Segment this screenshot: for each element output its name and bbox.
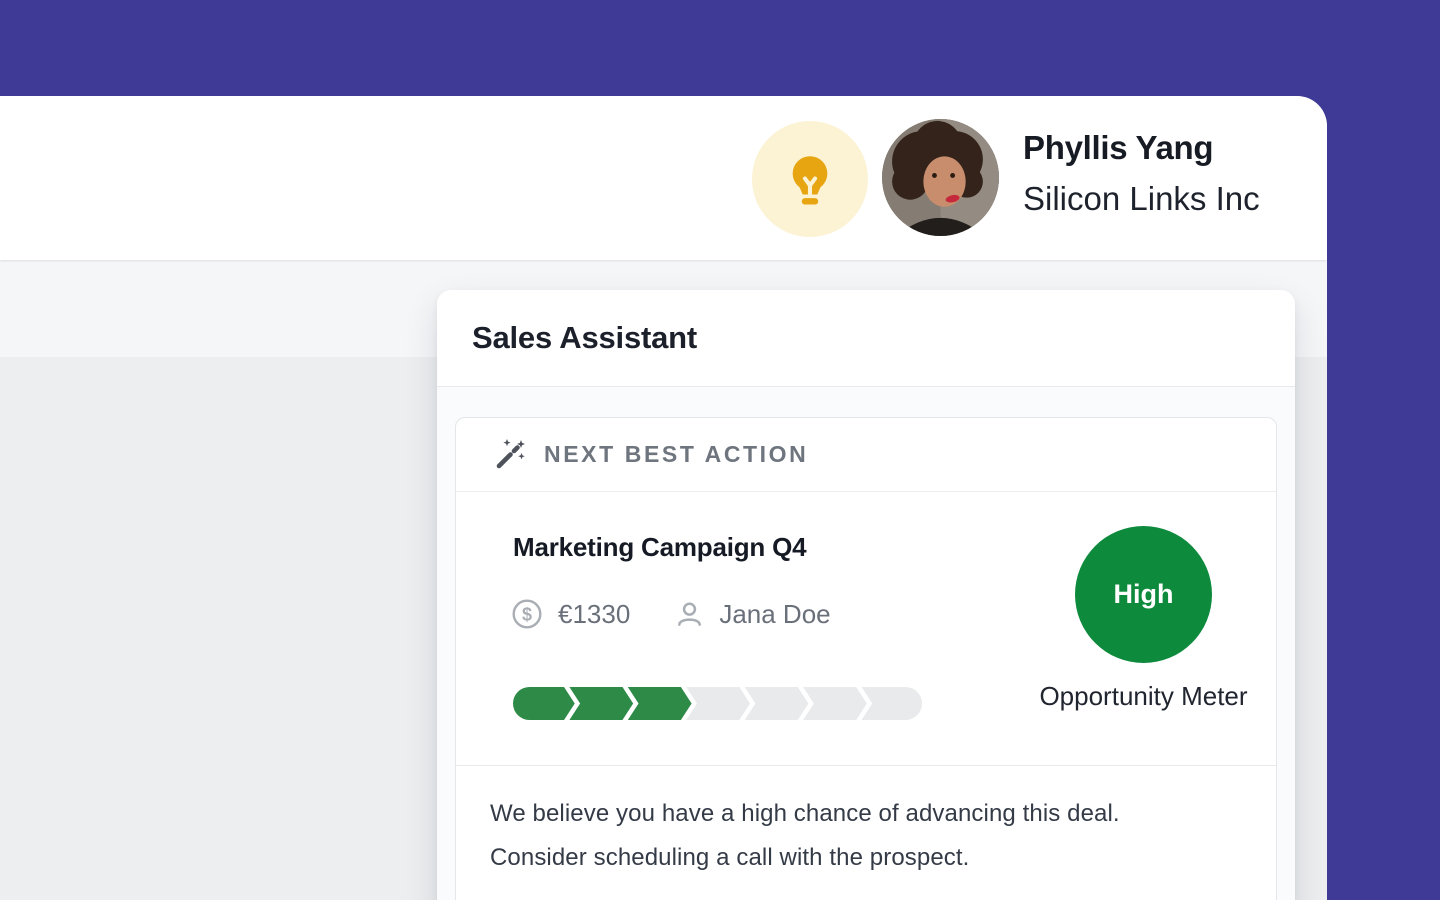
deal-section: Marketing Campaign Q4 $ €1330 xyxy=(456,492,1276,766)
svg-text:$: $ xyxy=(522,605,532,625)
opportunity-meter-label: Opportunity Meter xyxy=(1036,677,1251,715)
contact-name: Jana Doe xyxy=(719,599,830,630)
advice-text-line1: We believe you have a high chance of adv… xyxy=(490,792,1246,836)
currency-icon: $ xyxy=(511,598,543,630)
deal-value: €1330 xyxy=(558,599,630,630)
user-company: Silicon Links Inc xyxy=(1023,173,1260,225)
lightbulb-icon xyxy=(779,148,841,210)
next-best-action-card: NEXT BEST ACTION Marketing Campaign Q4 $… xyxy=(455,417,1277,900)
user-name: Phyllis Yang xyxy=(1023,123,1260,173)
deal-meta-row: $ €1330 Jana Doe xyxy=(511,598,831,630)
sales-card-header: Sales Assistant xyxy=(437,290,1295,387)
section-label: NEXT BEST ACTION xyxy=(544,441,808,468)
advice-text-line2: Consider scheduling a call with the pros… xyxy=(490,836,1246,880)
screen: { "theme": { "purple": "#3e3a96", "bulb_… xyxy=(0,0,1440,900)
app-window: Phyllis Yang Silicon Links Inc Sales Ass… xyxy=(0,96,1327,900)
app-header: Phyllis Yang Silicon Links Inc xyxy=(0,96,1327,260)
stage-meter xyxy=(513,687,922,720)
assistant-lightbulb-button[interactable] xyxy=(752,121,868,237)
user-avatar[interactable] xyxy=(882,119,999,236)
sales-assistant-card: Sales Assistant NEXT BEST ACTION Marketi… xyxy=(437,290,1295,900)
user-block: Phyllis Yang Silicon Links Inc xyxy=(1023,123,1260,225)
advice-section: We believe you have a high chance of adv… xyxy=(456,766,1276,880)
contact-icon xyxy=(674,599,705,630)
magic-wand-icon xyxy=(491,437,527,473)
opportunity-level: High xyxy=(1114,579,1174,610)
meter-filled-region xyxy=(513,687,694,720)
opportunity-badge: High xyxy=(1075,526,1212,663)
deal-title: Marketing Campaign Q4 xyxy=(513,532,806,563)
next-best-action-header: NEXT BEST ACTION xyxy=(456,418,1276,492)
sales-card-title: Sales Assistant xyxy=(472,320,697,356)
